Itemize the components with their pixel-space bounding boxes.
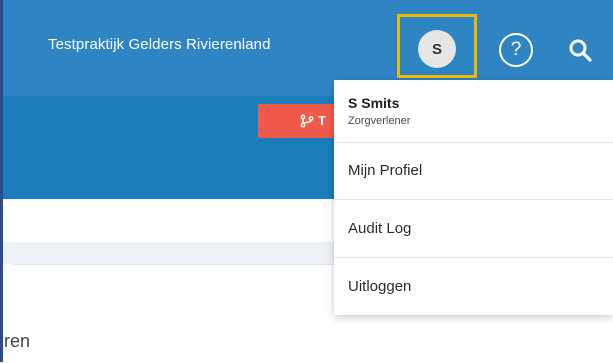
action-button-label: T — [318, 113, 326, 128]
search-button[interactable] — [563, 33, 599, 69]
avatar-highlight-box — [397, 14, 477, 78]
window-left-border — [0, 0, 3, 362]
search-icon — [569, 39, 592, 62]
menu-item-audit-log[interactable]: Audit Log — [334, 200, 613, 258]
content-partial-heading: ren — [4, 331, 31, 351]
git-branch-icon — [300, 114, 314, 128]
menu-item-mijn-profiel[interactable]: Mijn Profiel — [334, 142, 613, 200]
user-menu-dropdown: S Smits Zorgverlener Mijn Profiel Audit … — [334, 80, 613, 315]
user-name: S Smits — [348, 95, 400, 111]
user-info: S Smits Zorgverlener — [334, 80, 613, 143]
practice-name[interactable]: Testpraktijk Gelders Rivierenland — [48, 36, 271, 53]
help-button[interactable]: ? — [499, 33, 533, 67]
menu-item-uitloggen[interactable]: Uitloggen — [334, 258, 613, 316]
user-role: Zorgverlener — [348, 115, 411, 127]
question-circle-icon: ? — [510, 39, 522, 60]
